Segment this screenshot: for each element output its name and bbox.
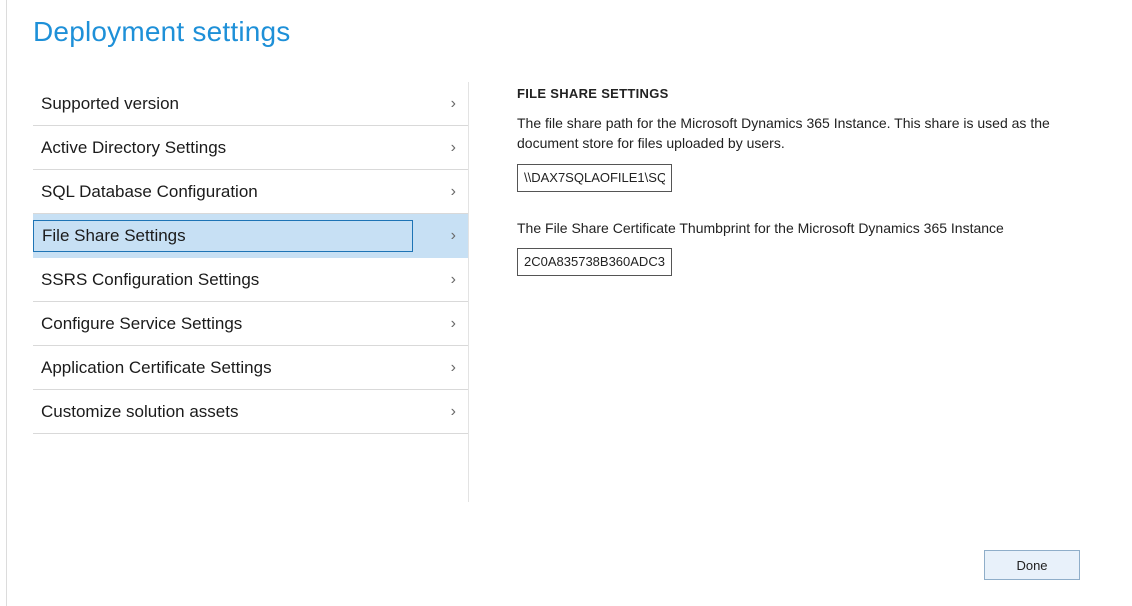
chevron-right-icon: › bbox=[451, 359, 456, 377]
page-title: Deployment settings bbox=[33, 16, 1102, 48]
nav-item-active-directory[interactable]: Active Directory Settings › bbox=[33, 126, 468, 170]
detail-panel: FILE SHARE SETTINGS The file share path … bbox=[469, 82, 1102, 502]
nav-item-app-cert[interactable]: Application Certificate Settings › bbox=[33, 346, 468, 390]
nav-label: Configure Service Settings bbox=[41, 314, 242, 334]
nav-label: Application Certificate Settings bbox=[41, 358, 272, 378]
chevron-right-icon: › bbox=[451, 139, 456, 157]
settings-nav: Supported version › Active Directory Set… bbox=[33, 82, 469, 502]
nav-label: Active Directory Settings bbox=[41, 138, 226, 158]
file-share-path-input[interactable] bbox=[517, 164, 672, 192]
nav-item-customize-solution[interactable]: Customize solution assets › bbox=[33, 390, 468, 434]
cert-thumbprint-description: The File Share Certificate Thumbprint fo… bbox=[517, 218, 1077, 238]
nav-label: Customize solution assets bbox=[41, 402, 238, 422]
nav-label: SSRS Configuration Settings bbox=[41, 270, 259, 290]
panel-heading: FILE SHARE SETTINGS bbox=[517, 86, 1102, 101]
file-share-path-description: The file share path for the Microsoft Dy… bbox=[517, 113, 1077, 154]
nav-item-configure-service[interactable]: Configure Service Settings › bbox=[33, 302, 468, 346]
nav-item-ssrs[interactable]: SSRS Configuration Settings › bbox=[33, 258, 468, 302]
chevron-right-icon: › bbox=[451, 95, 456, 113]
nav-label: SQL Database Configuration bbox=[41, 182, 258, 202]
nav-item-file-share[interactable]: File Share Settings › bbox=[33, 214, 468, 258]
done-button[interactable]: Done bbox=[984, 550, 1080, 580]
chevron-right-icon: › bbox=[451, 183, 456, 201]
chevron-right-icon: › bbox=[451, 227, 456, 245]
chevron-right-icon: › bbox=[451, 271, 456, 289]
nav-label: File Share Settings bbox=[42, 226, 186, 246]
cert-thumbprint-input[interactable] bbox=[517, 248, 672, 276]
chevron-right-icon: › bbox=[451, 403, 456, 421]
chevron-right-icon: › bbox=[451, 315, 456, 333]
nav-item-sql-database[interactable]: SQL Database Configuration › bbox=[33, 170, 468, 214]
nav-label: Supported version bbox=[41, 94, 179, 114]
nav-item-supported-version[interactable]: Supported version › bbox=[33, 82, 468, 126]
